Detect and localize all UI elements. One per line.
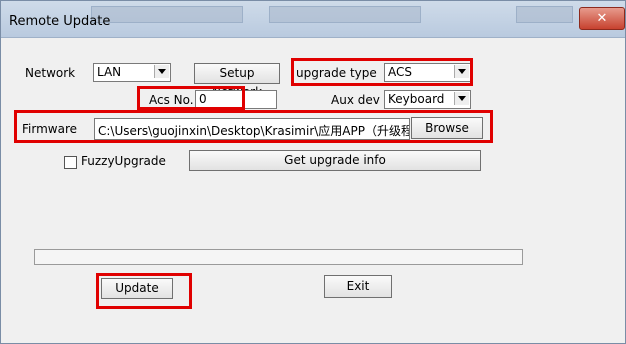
exit-button[interactable]: Exit	[324, 275, 392, 298]
title-bar: Remote Update ✕	[1, 1, 625, 38]
remote-update-window: Remote Update ✕ Network LAN Setup Networ…	[0, 0, 626, 344]
background-tab	[516, 6, 573, 23]
chevron-down-icon[interactable]	[454, 92, 469, 105]
get-upgrade-info-button[interactable]: Get upgrade info	[189, 150, 481, 171]
close-icon: ✕	[596, 11, 608, 26]
highlight-box	[137, 86, 245, 110]
progress-bar	[34, 249, 523, 265]
fuzzy-upgrade-checkbox[interactable]	[64, 156, 77, 169]
aux-dev-label: Aux dev	[331, 93, 380, 107]
highlight-box	[14, 110, 493, 143]
fuzzy-upgrade-label: FuzzyUpgrade	[81, 154, 166, 168]
window-title: Remote Update	[9, 14, 111, 29]
network-value: LAN	[97, 65, 122, 79]
highlight-box	[291, 58, 473, 86]
background-tab	[91, 6, 243, 23]
highlight-box	[96, 273, 192, 309]
close-button[interactable]: ✕	[579, 7, 625, 30]
aux-dev-value: Keyboard	[388, 92, 445, 106]
setup-network-button[interactable]: Setup Network	[194, 63, 280, 99]
aux-dev-select[interactable]: Keyboard	[384, 90, 471, 109]
network-select[interactable]: LAN	[93, 63, 171, 82]
network-label: Network	[25, 66, 76, 80]
background-tab	[269, 6, 421, 23]
dialog-client: Network LAN Setup Network upgrade type A…	[1, 38, 625, 343]
chevron-down-icon[interactable]	[154, 65, 169, 78]
